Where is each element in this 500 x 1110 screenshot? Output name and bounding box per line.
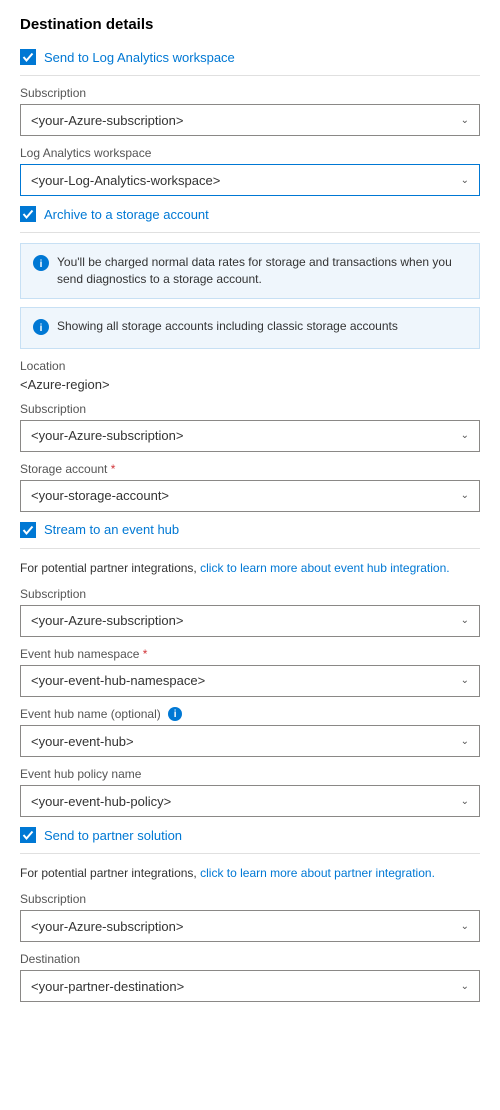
partner-subscription-label: Subscription <box>20 892 480 906</box>
event-hub-policy-group: Event hub policy name <your-event-hub-po… <box>20 767 480 817</box>
log-analytics-checkbox[interactable] <box>20 49 36 65</box>
storage-label: Archive to a storage account <box>44 207 209 222</box>
workspace-label: Log Analytics workspace <box>20 146 480 160</box>
event-hub-subscription-label: Subscription <box>20 587 480 601</box>
partner-destination-group: Destination <your-partner-destination> ⌄ <box>20 952 480 1002</box>
storage-subscription-dropdown[interactable]: <your-Azure-subscription> ⌄ <box>20 420 480 452</box>
event-hub-name-group: Event hub name (optional) i <your-event-… <box>20 707 480 758</box>
event-hub-checkbox-row[interactable]: Stream to an event hub <box>20 522 480 538</box>
storage-info-box-1: i You'll be charged normal data rates fo… <box>20 243 480 299</box>
divider-3 <box>20 548 480 549</box>
event-hub-subscription-chevron: ⌄ <box>461 615 469 626</box>
divider-1 <box>20 75 480 76</box>
workspace-dropdown[interactable]: <your-Log-Analytics-workspace> ⌄ <box>20 164 480 196</box>
storage-info-box-2: i Showing all storage accounts including… <box>20 307 480 349</box>
storage-info-text-2: Showing all storage accounts including c… <box>57 318 398 335</box>
storage-account-label: Storage account * <box>20 462 480 476</box>
event-hub-subscription-group: Subscription <your-Azure-subscription> ⌄ <box>20 587 480 637</box>
storage-location-value: <Azure-region> <box>20 377 480 392</box>
event-hub-label: Stream to an event hub <box>44 522 179 537</box>
storage-subscription-label: Subscription <box>20 402 480 416</box>
storage-subscription-chevron: ⌄ <box>461 430 469 441</box>
log-analytics-subscription-label: Subscription <box>20 86 480 100</box>
workspace-chevron: ⌄ <box>461 175 469 186</box>
event-hub-partner-text: For potential partner integrations, clic… <box>20 559 480 577</box>
event-hub-namespace-chevron: ⌄ <box>461 675 469 686</box>
namespace-required-marker: * <box>139 647 147 661</box>
workspace-value: <your-Log-Analytics-workspace> <box>31 173 220 188</box>
event-hub-namespace-group: Event hub namespace * <your-event-hub-na… <box>20 647 480 697</box>
info-icon-2: i <box>33 319 49 338</box>
storage-account-chevron: ⌄ <box>461 490 469 501</box>
partner-subscription-value: <your-Azure-subscription> <box>31 919 183 934</box>
event-hub-name-label: Event hub name (optional) i <box>20 707 480 722</box>
partner-subscription-chevron: ⌄ <box>461 921 469 932</box>
event-hub-subscription-value: <your-Azure-subscription> <box>31 613 183 628</box>
event-hub-partner-link[interactable]: click to learn more about event hub inte… <box>200 561 449 575</box>
partner-solution-checkbox[interactable] <box>20 827 36 843</box>
storage-subscription-value: <your-Azure-subscription> <box>31 428 183 443</box>
hub-name-info-icon: i <box>168 707 182 721</box>
partner-destination-dropdown[interactable]: <your-partner-destination> ⌄ <box>20 970 480 1002</box>
storage-location-group: Location <Azure-region> <box>20 359 480 392</box>
partner-solution-checkbox-row[interactable]: Send to partner solution <box>20 827 480 843</box>
info-icon-1: i <box>33 255 49 274</box>
event-hub-name-chevron: ⌄ <box>461 736 469 747</box>
partner-solution-link[interactable]: click to learn more about partner integr… <box>200 866 435 880</box>
partner-destination-value: <your-partner-destination> <box>31 979 184 994</box>
event-hub-policy-value: <your-event-hub-policy> <box>31 794 171 809</box>
storage-account-group: Storage account * <your-storage-account>… <box>20 462 480 512</box>
event-hub-subscription-dropdown[interactable]: <your-Azure-subscription> ⌄ <box>20 605 480 637</box>
workspace-group: Log Analytics workspace <your-Log-Analyt… <box>20 146 480 196</box>
storage-location-label: Location <box>20 359 480 373</box>
divider-4 <box>20 853 480 854</box>
page-title: Destination details <box>20 16 480 33</box>
event-hub-name-value: <your-event-hub> <box>31 734 134 749</box>
log-analytics-subscription-dropdown[interactable]: <your-Azure-subscription> ⌄ <box>20 104 480 136</box>
event-hub-namespace-dropdown[interactable]: <your-event-hub-namespace> ⌄ <box>20 665 480 697</box>
svg-text:i: i <box>40 259 43 270</box>
partner-subscription-group: Subscription <your-Azure-subscription> ⌄ <box>20 892 480 942</box>
storage-checkbox[interactable] <box>20 206 36 222</box>
log-analytics-subscription-chevron: ⌄ <box>461 115 469 126</box>
event-hub-namespace-value: <your-event-hub-namespace> <box>31 673 205 688</box>
event-hub-policy-label: Event hub policy name <box>20 767 480 781</box>
log-analytics-label: Send to Log Analytics workspace <box>44 50 235 65</box>
partner-subscription-dropdown[interactable]: <your-Azure-subscription> ⌄ <box>20 910 480 942</box>
event-hub-namespace-label: Event hub namespace * <box>20 647 480 661</box>
storage-info-text-1: You'll be charged normal data rates for … <box>57 254 467 288</box>
event-hub-policy-chevron: ⌄ <box>461 796 469 807</box>
log-analytics-subscription-group: Subscription <your-Azure-subscription> ⌄ <box>20 86 480 136</box>
storage-required-marker: * <box>107 462 115 476</box>
divider-2 <box>20 232 480 233</box>
event-hub-checkbox[interactable] <box>20 522 36 538</box>
partner-destination-chevron: ⌄ <box>461 981 469 992</box>
partner-solution-text: For potential partner integrations, clic… <box>20 864 480 882</box>
storage-subscription-group: Subscription <your-Azure-subscription> ⌄ <box>20 402 480 452</box>
partner-destination-label: Destination <box>20 952 480 966</box>
partner-solution-label: Send to partner solution <box>44 828 182 843</box>
svg-text:i: i <box>40 323 43 334</box>
storage-account-dropdown[interactable]: <your-storage-account> ⌄ <box>20 480 480 512</box>
log-analytics-checkbox-row[interactable]: Send to Log Analytics workspace <box>20 49 480 65</box>
event-hub-name-dropdown[interactable]: <your-event-hub> ⌄ <box>20 725 480 757</box>
storage-account-value: <your-storage-account> <box>31 488 169 503</box>
storage-checkbox-row[interactable]: Archive to a storage account <box>20 206 480 222</box>
log-analytics-subscription-value: <your-Azure-subscription> <box>31 113 183 128</box>
event-hub-policy-dropdown[interactable]: <your-event-hub-policy> ⌄ <box>20 785 480 817</box>
